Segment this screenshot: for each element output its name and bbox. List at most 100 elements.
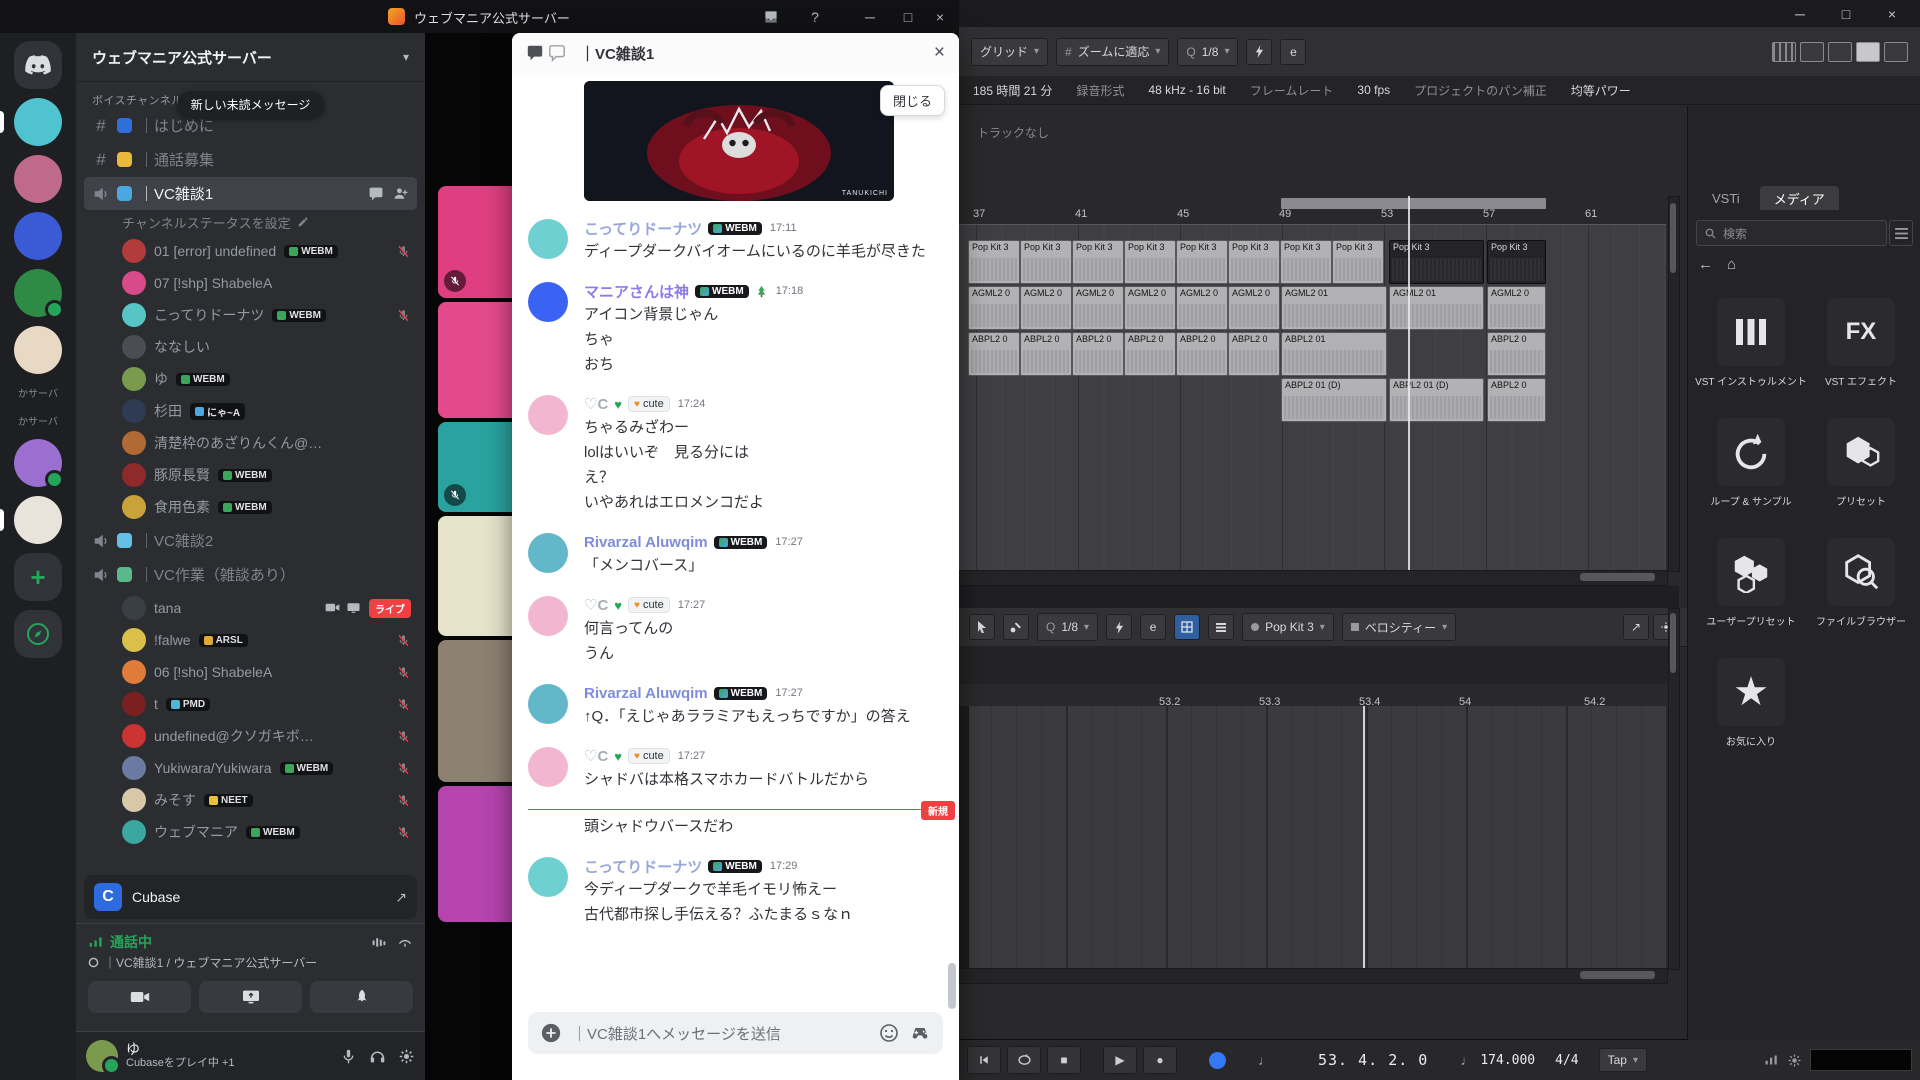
voice-member-row[interactable]: 清楚枠のあざりんくん@ななもり。… bbox=[76, 427, 425, 459]
audio-clip[interactable]: ABPL2 01 (D) bbox=[1281, 378, 1387, 422]
server-rail-item[interactable]: かサーバ bbox=[0, 383, 76, 402]
voice-member-row[interactable]: Yukiwara/Yukiwara WEBM bbox=[76, 752, 425, 784]
server-rail-item[interactable]: + bbox=[0, 553, 76, 601]
voice-channel-vc2[interactable]: ｜VC雑談2 bbox=[84, 524, 417, 557]
audio-clip[interactable]: Pop Kit 3 bbox=[1072, 240, 1124, 284]
cycle-region[interactable] bbox=[1281, 198, 1546, 209]
info-item[interactable]: 録音形式 bbox=[1076, 82, 1124, 99]
webm-tag-badge[interactable]: WEBM bbox=[708, 860, 762, 873]
voice-member-row[interactable]: 06 [!sho] ShabeleA bbox=[76, 656, 425, 688]
playhead[interactable] bbox=[1408, 196, 1410, 570]
voice-channel-vc3[interactable]: ｜VC作業（雑談あり） bbox=[84, 558, 417, 591]
avatar[interactable] bbox=[528, 219, 568, 259]
media-tile[interactable]: ループ & サンプル bbox=[1710, 418, 1791, 508]
close-button[interactable]: × bbox=[1873, 0, 1911, 27]
audio-clip[interactable]: Pop Kit 3 bbox=[1389, 240, 1484, 284]
webm-tag-badge[interactable]: WEBM bbox=[708, 222, 762, 235]
popout-titlebar[interactable]: ｜VC雑談1 × bbox=[512, 33, 959, 74]
open-chat-icon[interactable] bbox=[368, 186, 384, 202]
user-info[interactable]: ゆ Cubaseをプレイ中 +1 bbox=[126, 1042, 332, 1070]
media-tile[interactable]: プリセット bbox=[1827, 418, 1895, 508]
server-avatar[interactable] bbox=[14, 98, 62, 146]
open-activity-icon[interactable]: ↗ bbox=[395, 889, 407, 906]
message-group[interactable]: ♡C ♥ ♥cute 17:24 ちゃるみざわー lolはいいぞ 見る分には え… bbox=[512, 394, 959, 515]
quantize-dropdown[interactable]: Q 1/8▾ bbox=[1177, 38, 1238, 66]
minimize-button[interactable]: ─ bbox=[1781, 0, 1819, 27]
cute-tag-badge[interactable]: ♥cute bbox=[628, 748, 670, 764]
add-server-button[interactable]: + bbox=[14, 553, 62, 601]
drum-editor-grid[interactable] bbox=[959, 706, 1666, 968]
audio-clip[interactable]: Pop Kit 3 bbox=[1332, 240, 1384, 284]
server-rail-item[interactable] bbox=[0, 269, 76, 317]
server-avatar[interactable] bbox=[14, 155, 62, 203]
message-list[interactable]: 閉じる TANUKICHI bbox=[512, 73, 959, 1010]
server-rail-item[interactable] bbox=[0, 41, 76, 89]
voice-member-row[interactable]: tana ライブ bbox=[76, 592, 425, 624]
scrollbar-thumb[interactable] bbox=[948, 963, 956, 1009]
object-select-tool[interactable] bbox=[969, 614, 995, 640]
lower-zone-toggle[interactable] bbox=[1828, 42, 1852, 62]
message-group[interactable]: こってりドーナツ WEBM 17:11 ディープダークバイオームにいるのに羊毛が… bbox=[512, 218, 959, 264]
open-in-window-icon[interactable]: ↗ bbox=[1623, 614, 1649, 640]
quantize-panel-button[interactable]: e bbox=[1280, 39, 1306, 65]
camera-button[interactable] bbox=[88, 981, 191, 1013]
info-item[interactable]: 均等パワー bbox=[1571, 82, 1631, 99]
avatar[interactable] bbox=[528, 533, 568, 573]
audio-clip[interactable]: AGML2 0 bbox=[1020, 286, 1072, 330]
info-item[interactable]: フレームレート bbox=[1250, 82, 1334, 99]
server-rail-item[interactable] bbox=[0, 439, 76, 487]
arrange-area[interactable]: 37414549535761 Pop Kit 3 Pop Kit 3 Pop K… bbox=[959, 196, 1666, 570]
audio-clip[interactable]: AGML2 01 bbox=[1389, 286, 1484, 330]
server-folder-label[interactable]: かサーバ bbox=[18, 383, 58, 402]
editor-ruler[interactable]: 53.253.353.45454.2 bbox=[959, 684, 1666, 707]
tab-media[interactable]: メディア bbox=[1760, 186, 1839, 210]
arrange-vscrollbar[interactable] bbox=[1668, 196, 1680, 572]
attach-plus-icon[interactable] bbox=[540, 1022, 562, 1044]
gear-icon[interactable] bbox=[398, 1048, 415, 1065]
inbox-icon[interactable] bbox=[752, 0, 790, 33]
voice-member-row[interactable]: undefined@クソガキボイスになっ… bbox=[76, 720, 425, 752]
media-tile[interactable]: ★ お気に入り bbox=[1717, 658, 1785, 748]
left-zone-toggle[interactable] bbox=[1800, 42, 1824, 62]
server-rail-item[interactable] bbox=[0, 212, 76, 260]
iterative-quantize-icon[interactable] bbox=[1106, 614, 1132, 640]
close-button[interactable]: × bbox=[921, 0, 959, 33]
right-zone-toggle[interactable] bbox=[1856, 42, 1880, 62]
activities-button[interactable] bbox=[310, 981, 413, 1013]
webm-tag-badge[interactable]: WEBM bbox=[695, 285, 749, 298]
avatar[interactable] bbox=[528, 857, 568, 897]
record-button[interactable]: ● bbox=[1143, 1046, 1177, 1074]
metronome-click-indicator[interactable] bbox=[1209, 1052, 1226, 1069]
server-rail-item[interactable]: かサーバ bbox=[0, 411, 76, 430]
image-attachment[interactable]: TANUKICHI bbox=[584, 81, 894, 201]
voice-member-row[interactable]: みそす NEET bbox=[76, 784, 425, 816]
author-name[interactable]: Rivarzal Aluwqim bbox=[584, 685, 708, 702]
audio-clip[interactable]: AGML2 0 bbox=[1487, 286, 1546, 330]
audio-clip[interactable]: AGML2 01 bbox=[1281, 286, 1387, 330]
media-search-input[interactable]: 検索 bbox=[1696, 220, 1887, 246]
avatar[interactable] bbox=[528, 747, 568, 787]
grid-type-dropdown[interactable]: グリッド▾ bbox=[971, 38, 1048, 66]
iterative-quantize-icon[interactable] bbox=[1246, 39, 1272, 65]
voice-member-row[interactable]: 豚原長賢 WEBM bbox=[76, 459, 425, 491]
server-rail-item[interactable] bbox=[0, 610, 76, 658]
author-name[interactable]: ♡C bbox=[584, 747, 608, 765]
voice-member-row[interactable]: 杉田 にゃ~A bbox=[76, 395, 425, 427]
info-item[interactable]: 185 時間 21 分 bbox=[973, 82, 1052, 99]
voice-member-row[interactable]: t PMD bbox=[76, 688, 425, 720]
audio-clip[interactable]: AGML2 0 bbox=[1124, 286, 1176, 330]
media-tile[interactable]: ファイルブラウザー bbox=[1816, 538, 1906, 628]
media-tile[interactable]: FX VST エフェクト bbox=[1825, 298, 1897, 388]
audio-clip[interactable]: ABPL2 0 bbox=[1072, 332, 1124, 376]
grid-toggle-active[interactable] bbox=[1174, 614, 1200, 640]
voice-member-row[interactable]: !falwe ARSL bbox=[76, 624, 425, 656]
discord-home-icon[interactable] bbox=[14, 41, 62, 89]
play-button[interactable]: ▶ bbox=[1103, 1046, 1137, 1074]
cycle-button[interactable] bbox=[1007, 1046, 1041, 1074]
list-view-icon[interactable] bbox=[1889, 220, 1913, 246]
voice-member-row[interactable]: ウェブマニア WEBM bbox=[76, 816, 425, 848]
author-name[interactable]: ♡C bbox=[584, 596, 608, 614]
minimize-button[interactable]: ─ bbox=[851, 0, 889, 33]
explore-servers-button[interactable] bbox=[14, 610, 62, 658]
audio-clip[interactable]: AGML2 0 bbox=[1176, 286, 1228, 330]
